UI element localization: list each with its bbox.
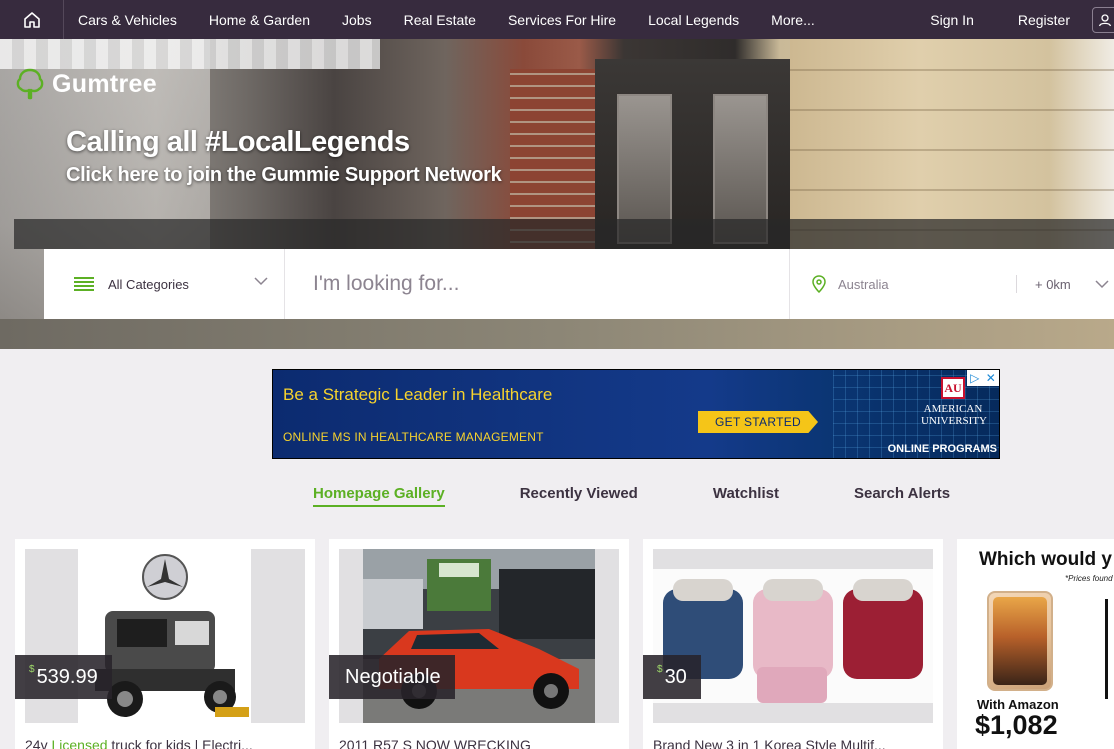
nav-account: Sign In Register [908,0,1114,39]
location-pin-icon [812,275,826,293]
nav-cars-vehicles[interactable]: Cars & Vehicles [64,0,193,39]
nav-home-garden[interactable]: Home & Garden [193,0,326,39]
nav-local-legends[interactable]: Local Legends [632,0,755,39]
currency-symbol: $ [657,663,663,675]
ad-banner[interactable]: Be a Strategic Leader in Healthcare ONLI… [272,369,1000,459]
au-logo-mark: AU [941,377,965,399]
gallery-tabs: Homepage Gallery Recently Viewed Watchli… [313,485,950,507]
listing-title[interactable]: Brand New 3 in 1 Korea Style Multif... [653,737,933,749]
ad-subline: ONLINE MS IN HEALTHCARE MANAGEMENT [283,430,544,444]
list-icon [74,277,94,291]
ad-get-started-button[interactable]: GET STARTED [698,411,818,433]
user-menu-button[interactable] [1092,6,1114,33]
sign-in-link[interactable]: Sign In [908,0,996,39]
nav-services-for-hire[interactable]: Services For Hire [492,0,632,39]
tab-recently-viewed[interactable]: Recently Viewed [520,485,638,507]
ad-online-programs: ONLINE PROGRAMS [887,443,997,455]
phone-screen [993,597,1047,685]
user-icon [1098,13,1112,26]
currency-symbol: $ [29,663,35,675]
top-nav: Cars & Vehicles Home & Garden Jobs Real … [0,0,1114,39]
side-ad-price: $1,082 [975,710,1058,740]
price-value: 539.99 [36,665,98,688]
home-icon [23,11,40,28]
hero-background-ground [0,319,1114,349]
listing-title[interactable]: 2011 R57 S NOW WRECKING [339,737,619,749]
iphone-image [987,591,1053,691]
nav-more[interactable]: More... [755,0,831,39]
ad-headline: Be a Strategic Leader in Healthcare [283,385,553,404]
listing-price: $ 539.99 [15,655,112,699]
ad-choices[interactable]: ▷ ✕ [967,370,999,386]
title-text: Brand New 3 in 1 Korea Style Multif... [653,737,886,749]
hero-title[interactable]: Calling all #LocalLegends [66,126,410,159]
tab-search-alerts[interactable]: Search Alerts [854,485,950,507]
amazon-ad-card[interactable]: Which would y *Prices found With Amazon … [957,539,1114,749]
search-input[interactable] [284,249,789,319]
location-label: Australia [838,276,889,292]
close-icon[interactable]: ✕ [986,371,996,385]
tab-watchlist[interactable]: Watchlist [713,485,779,507]
ad-university-name: AMERICAN UNIVERSITY [921,403,987,427]
hero-subtitle[interactable]: Click here to join the Gummie Support Ne… [66,164,502,187]
tree-icon [16,68,44,100]
title-highlight: Licensed [51,737,108,749]
listing-card[interactable]: Negotiable 2011 R57 S NOW WRECKING [329,539,629,749]
title-text: 24v [25,737,52,749]
nav-real-estate[interactable]: Real Estate [388,0,492,39]
divider [1105,599,1108,699]
nav-jobs[interactable]: Jobs [326,0,388,39]
title-text: 2011 R57 S NOW WRECKING [339,737,531,749]
listing-card[interactable]: $ 539.99 24v Licensed truck for kids | E… [15,539,315,749]
listing-title[interactable]: 24v Licensed truck for kids | Electri... [25,737,305,749]
adchoices-icon[interactable]: ▷ [970,371,979,385]
chevron-down-icon [1095,280,1109,289]
category-label: All Categories [108,276,189,292]
price-value: 30 [664,665,687,688]
register-link[interactable]: Register [996,0,1092,39]
divider [1016,275,1017,293]
tab-homepage-gallery[interactable]: Homepage Gallery [313,485,445,507]
gumtree-logo[interactable]: Gumtree [16,68,157,100]
listing-price: $ 30 [643,655,701,699]
listing-price: Negotiable [329,655,455,699]
american-university-logo: AU AMERICAN UNIVERSITY [921,377,987,437]
hero-search-backdrop [14,219,1114,249]
side-ad-note: *Prices found [1065,574,1113,583]
search-bar: All Categories Australia + 0km [44,249,1114,319]
location-select[interactable]: Australia [789,249,1017,319]
radius-select[interactable]: + 0km [1017,249,1109,319]
side-ad-headline: Which would y [979,549,1112,570]
hero-background-awning [0,39,380,69]
listing-card[interactable]: $ 30 Brand New 3 in 1 Korea Style Multif… [643,539,943,749]
radius-label: + 0km [1035,276,1071,292]
category-select[interactable]: All Categories [44,249,284,319]
home-button[interactable] [0,0,64,39]
price-value: Negotiable [345,665,441,688]
title-text: truck for kids | Electri... [107,737,253,749]
chevron-down-icon [254,277,268,286]
logo-text: Gumtree [52,69,157,98]
